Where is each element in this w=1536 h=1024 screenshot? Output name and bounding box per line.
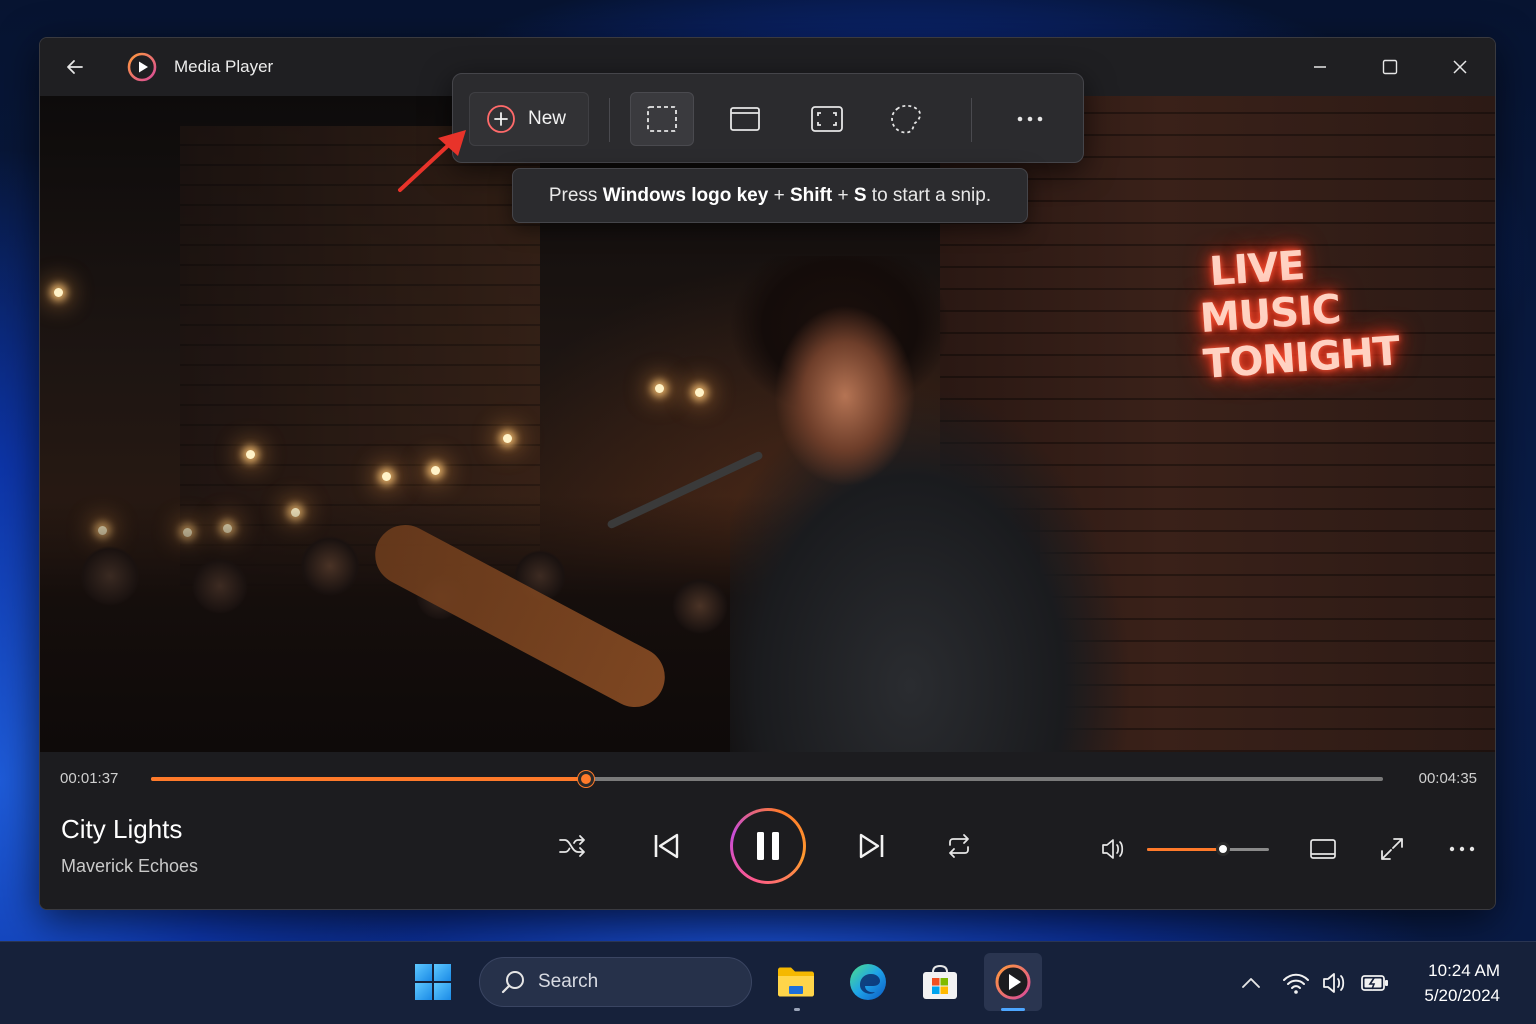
microsoft-store-button[interactable] bbox=[911, 953, 969, 1011]
back-arrow-icon bbox=[67, 60, 83, 74]
media-player-icon bbox=[995, 964, 1031, 1000]
taskbar-search[interactable]: Search bbox=[479, 957, 752, 1007]
file-explorer-button[interactable] bbox=[767, 953, 825, 1011]
pause-button[interactable] bbox=[730, 808, 806, 884]
maximize-icon bbox=[1382, 59, 1398, 75]
window-controls bbox=[1285, 38, 1495, 96]
volume-level bbox=[1147, 848, 1223, 851]
string-light bbox=[54, 288, 63, 297]
minimize-icon bbox=[1314, 66, 1326, 68]
media-player-app-icon bbox=[127, 52, 157, 82]
shuffle-icon bbox=[559, 835, 585, 857]
expand-icon bbox=[1381, 838, 1403, 860]
battery-button[interactable] bbox=[1360, 968, 1390, 998]
new-snip-label: New bbox=[528, 108, 567, 129]
speaker-icon bbox=[1323, 973, 1345, 993]
tooltip-text: Press Windows logo key + Shift + S to st… bbox=[548, 184, 992, 206]
neon-sign: LIVE MUSIC TONIGHT bbox=[1195, 242, 1401, 389]
total-duration: 00:04:35 bbox=[1418, 770, 1477, 787]
new-snip-button[interactable]: New bbox=[469, 92, 589, 146]
string-light bbox=[655, 384, 664, 393]
fullscreen-snip-icon bbox=[811, 106, 843, 132]
window-title: Media Player bbox=[174, 57, 274, 76]
snipping-toolbar: New bbox=[452, 73, 1084, 163]
start-button[interactable] bbox=[404, 953, 462, 1011]
windows-logo-icon bbox=[415, 964, 451, 1000]
string-light bbox=[382, 472, 391, 481]
elapsed-time: 00:01:37 bbox=[60, 770, 119, 787]
track-title: City Lights bbox=[61, 814, 183, 844]
neon-line-3: TONIGHT bbox=[1201, 328, 1401, 389]
track-artist: Maverick Echoes bbox=[61, 856, 199, 876]
freeform-snip-icon bbox=[891, 104, 921, 134]
seek-thumb[interactable] bbox=[577, 771, 594, 787]
volume-tray-button[interactable] bbox=[1320, 968, 1350, 998]
folder-icon bbox=[778, 967, 814, 997]
media-player-taskbar-button[interactable] bbox=[984, 953, 1042, 1011]
miniplayer-icon bbox=[1310, 839, 1336, 859]
search-label: Search bbox=[538, 971, 599, 992]
edge-browser-icon bbox=[850, 964, 886, 1000]
seek-bar[interactable] bbox=[151, 771, 1383, 787]
maximize-button[interactable] bbox=[1355, 38, 1425, 96]
singer bbox=[730, 256, 1150, 752]
playback-controls: 00:01:37 00:04:35 City Lights Maverick E… bbox=[40, 752, 1495, 909]
clock-date: 5/20/2024 bbox=[1424, 986, 1500, 1005]
battery-charging-icon bbox=[1361, 975, 1388, 991]
snip-more-button[interactable] bbox=[998, 92, 1062, 146]
pause-button-inner bbox=[733, 811, 803, 881]
snip-tooltip: Press Windows logo key + Shift + S to st… bbox=[512, 168, 1028, 223]
search-icon bbox=[501, 971, 524, 994]
fullscreen-button[interactable] bbox=[1374, 831, 1410, 867]
rectangle-snip-button[interactable] bbox=[630, 92, 694, 146]
active-indicator bbox=[1001, 1008, 1025, 1011]
taskbar: Search 10:24 AM 5/20/2024 bbox=[0, 941, 1536, 1024]
store-icon bbox=[923, 964, 957, 999]
close-icon bbox=[1453, 60, 1467, 74]
chevron-up-icon bbox=[1242, 978, 1260, 988]
clock-time: 10:24 AM bbox=[1428, 961, 1500, 980]
toolbar-divider bbox=[971, 98, 972, 142]
seek-progress bbox=[151, 777, 586, 781]
shuffle-button[interactable] bbox=[552, 826, 592, 866]
minimize-button[interactable] bbox=[1285, 38, 1355, 96]
volume-slider[interactable] bbox=[1147, 842, 1269, 856]
fullscreen-snip-button[interactable] bbox=[795, 92, 859, 146]
rectangle-snip-icon bbox=[647, 106, 677, 132]
wifi-icon bbox=[1283, 973, 1309, 994]
freeform-snip-button[interactable] bbox=[874, 92, 938, 146]
show-hidden-icons-button[interactable] bbox=[1236, 968, 1266, 998]
more-icon bbox=[1449, 846, 1475, 852]
window-snip-icon bbox=[730, 107, 760, 131]
volume-thumb[interactable] bbox=[1215, 842, 1230, 856]
red-arrow-annotation bbox=[398, 130, 466, 192]
toolbar-divider bbox=[609, 98, 610, 142]
running-indicator bbox=[794, 1008, 800, 1011]
volume-button[interactable] bbox=[1095, 831, 1131, 867]
speaker-icon bbox=[1102, 839, 1124, 859]
repeat-button[interactable] bbox=[939, 826, 979, 866]
add-circle-icon bbox=[487, 105, 515, 133]
more-options-button[interactable] bbox=[1444, 831, 1480, 867]
string-light bbox=[695, 388, 704, 397]
edge-browser-button[interactable] bbox=[839, 953, 897, 1011]
pause-icon bbox=[757, 832, 779, 860]
string-light bbox=[431, 466, 440, 475]
string-light bbox=[246, 450, 255, 459]
next-button[interactable] bbox=[852, 826, 892, 866]
window-snip-button[interactable] bbox=[713, 92, 777, 146]
network-button[interactable] bbox=[1281, 968, 1311, 998]
close-button[interactable] bbox=[1425, 38, 1495, 96]
repeat-icon bbox=[949, 834, 969, 858]
skip-next-icon bbox=[859, 833, 884, 859]
string-light bbox=[503, 434, 512, 443]
miniplayer-button[interactable] bbox=[1305, 831, 1341, 867]
skip-previous-icon bbox=[654, 833, 679, 859]
previous-button[interactable] bbox=[646, 826, 686, 866]
more-icon bbox=[1017, 116, 1043, 122]
clock[interactable]: 10:24 AM 5/20/2024 bbox=[1424, 958, 1500, 1008]
back-button[interactable] bbox=[40, 38, 110, 96]
